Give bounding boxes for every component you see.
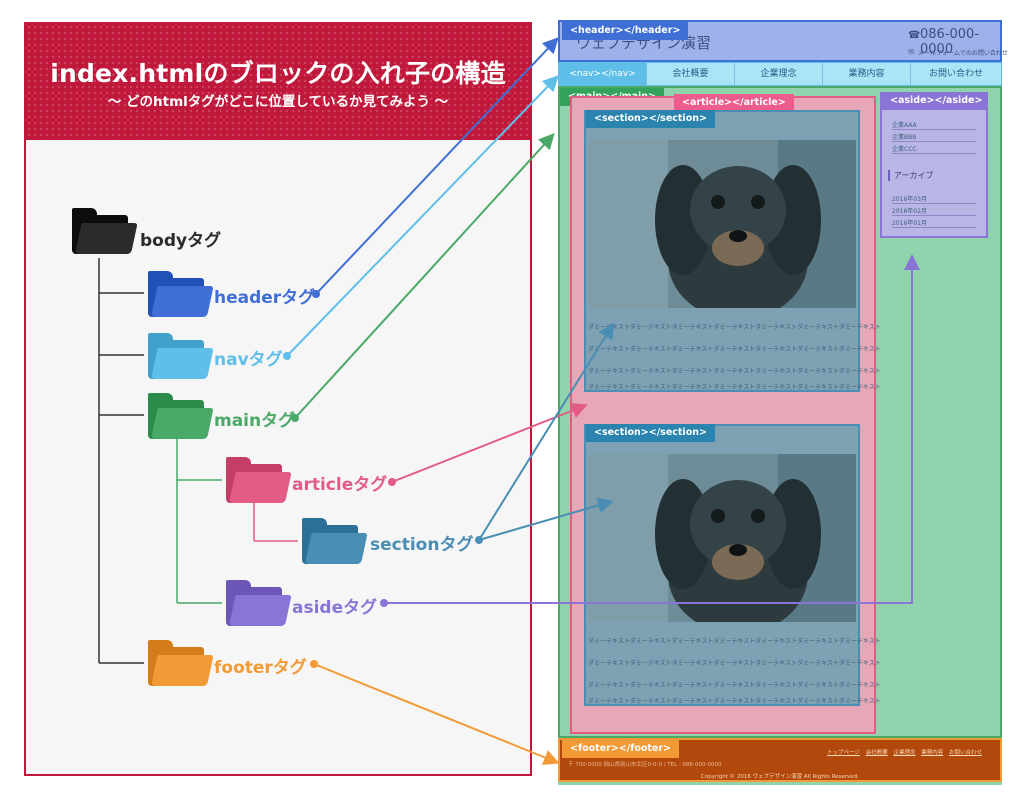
- phone-icon: ☎: [908, 30, 921, 41]
- tag-aside: <aside></aside>: [882, 92, 986, 110]
- mockup-section-2: ダミーテキストダミーテキストダミーテキストダミーテキストダミーテキストダミーテキ…: [584, 424, 881, 706]
- tag-header: <header></header>: [562, 22, 689, 40]
- page-mockup: ウェブデザイン演習 ☎ 086-000-0000 ✉ メールフォームでのお問い合…: [558, 20, 1008, 785]
- footer-address: 〒 700-0000 岡山県岡山市北区0-0-0 / TEL : 086-000…: [568, 762, 722, 768]
- archive-link-0[interactable]: 2016年03月: [892, 194, 976, 204]
- mockup-aside: 企業AAA 企業BBB 企業CCC アーカイブ 2016年03月 2016年02…: [880, 92, 988, 238]
- folder-front: [229, 472, 292, 503]
- folder-front: [151, 286, 214, 317]
- folder-icon-aside: [226, 580, 292, 626]
- nav-item-4[interactable]: お問い合わせ: [911, 63, 1001, 85]
- footer-link-0[interactable]: トップページ: [827, 750, 860, 756]
- tree-label-section: sectionタグ: [370, 535, 474, 555]
- tag-section-1: <section></section>: [586, 110, 715, 128]
- dog-photo-1: [588, 140, 856, 308]
- folder-front: [305, 533, 368, 564]
- section-1-text-3: ダミーテキストダミーテキストダミーテキストダミーテキストダミーテキストダミーテキ…: [588, 368, 881, 375]
- section-2-text-3: ダミーテキストダミーテキストダミーテキストダミーテキストダミーテキストダミーテキ…: [588, 682, 881, 689]
- tree-label-body: bodyタグ: [140, 231, 222, 251]
- mail-icon: ✉: [908, 48, 914, 56]
- aside-link-0[interactable]: 企業AAA: [892, 120, 976, 130]
- folder-icon-article: [226, 457, 292, 503]
- folder-icon-nav: [148, 333, 214, 379]
- tree-label-header: headerタグ: [214, 288, 316, 308]
- folder-icon-section: [302, 518, 368, 564]
- folder-front: [151, 655, 214, 686]
- tree-label-main: mainタグ: [214, 411, 296, 431]
- folder-icon-main: [148, 393, 214, 439]
- nav-item-3[interactable]: 業務内容: [823, 63, 911, 85]
- footer-link-4[interactable]: お問い合わせ: [949, 750, 982, 756]
- section-1-text-2: ダミーテキストダミーテキストダミーテキストダミーテキストダミーテキストダミーテキ…: [588, 346, 881, 353]
- archive-link-2[interactable]: 2016年01月: [892, 218, 976, 228]
- section-2-text-1: ダミーテキストダミーテキストダミーテキストダミーテキストダミーテキストダミーテキ…: [588, 638, 881, 645]
- folder-icon-header: [148, 271, 214, 317]
- aside-link-1[interactable]: 企業BBB: [892, 132, 976, 142]
- folder-icon-footer: [148, 640, 214, 686]
- footer-link-1[interactable]: 会社概要: [866, 750, 888, 756]
- archive-link-1[interactable]: 2016年02月: [892, 206, 976, 216]
- folder-front: [151, 348, 214, 379]
- folder-front: [229, 595, 292, 626]
- section-2-text-4: ダミーテキストダミーテキストダミーテキストダミーテキストダミーテキストダミーテキ…: [588, 698, 881, 705]
- footer-copyright: Copyright © 2016 ウェブデザイン演習 All Rights Re…: [701, 774, 859, 780]
- tree-label-footer: footerタグ: [214, 658, 307, 678]
- tag-footer: <footer></footer>: [562, 740, 680, 758]
- folder-icon-body: [72, 208, 138, 254]
- dog-photo-svg-1: [588, 140, 856, 308]
- mockup-nav: <nav></nav> 会社概要 企業理念 業務内容 お問い合わせ: [558, 62, 1002, 86]
- section-1-text-4: ダミーテキストダミーテキストダミーテキストダミーテキストダミーテキストダミーテキ…: [588, 384, 881, 391]
- mockup-section-1: ダミーテキストダミーテキストダミーテキストダミーテキストダミーテキストダミーテキ…: [584, 110, 881, 392]
- footer-link-3[interactable]: 業務内容: [921, 750, 943, 756]
- footer-links: トップページ 会社概要 企業理念 業務内容 お問い合わせ: [827, 748, 982, 756]
- tag-section-2: <section></section>: [586, 424, 715, 442]
- nav-item-1[interactable]: 会社概要: [647, 63, 735, 85]
- folder-front: [75, 223, 138, 254]
- archive-title: アーカイブ: [888, 170, 934, 181]
- mockup-mail-link[interactable]: メールフォームでのお問い合わせ: [918, 48, 1008, 57]
- dog-photo-2: [588, 454, 856, 622]
- dog-photo-svg-2: [588, 454, 856, 622]
- aside-link-2[interactable]: 企業CCC: [892, 144, 976, 154]
- tree-label-nav: navタグ: [214, 350, 283, 370]
- tree-lines: [98, 258, 298, 664]
- tree-label-article: articleタグ: [292, 475, 388, 495]
- section-1-text-1: ダミーテキストダミーテキストダミーテキストダミーテキストダミーテキストダミーテキ…: [588, 324, 881, 331]
- tree-label-aside: asideタグ: [292, 598, 378, 618]
- folder-front: [151, 408, 214, 439]
- section-2-text-2: ダミーテキストダミーテキストダミーテキストダミーテキストダミーテキストダミーテキ…: [588, 660, 881, 667]
- footer-link-2[interactable]: 企業理念: [893, 750, 915, 756]
- nav-item-2[interactable]: 企業理念: [735, 63, 823, 85]
- nav-item-0[interactable]: <nav></nav>: [559, 63, 647, 85]
